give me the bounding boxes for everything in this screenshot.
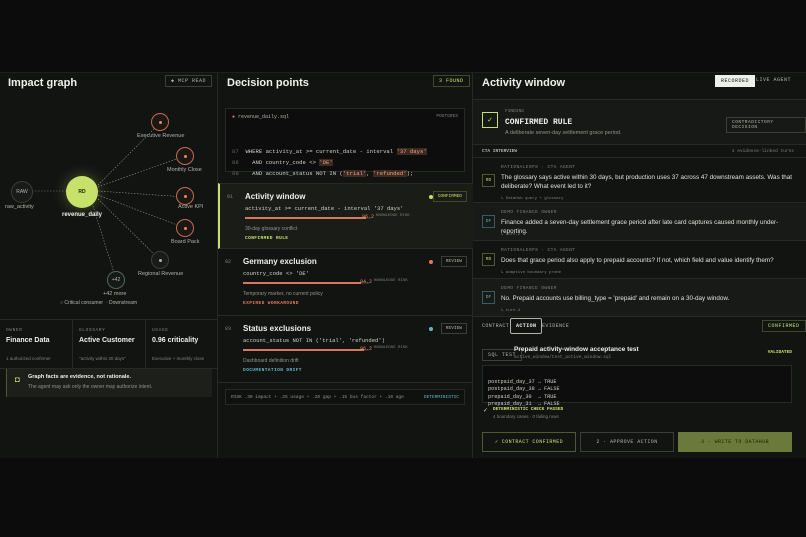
decision-card-germany[interactable]: 02 Germany exclusion REVIEW country_code… bbox=[218, 249, 473, 316]
message-item: DF DEMO FINANCE OWNER Finance added a se… bbox=[473, 203, 806, 241]
contract-confirmed-button[interactable]: ✓ CONTRACT CONFIRMED bbox=[482, 432, 576, 452]
downstream-legend-icon: ◦ bbox=[105, 300, 108, 306]
decision-card-status[interactable]: 03 Status exclusions REVIEW account_stat… bbox=[218, 316, 473, 383]
owner-meta: OWNER Finance Data 1 authorized confirme… bbox=[0, 320, 73, 368]
app-window: Impact graph ◆ MCP READ RAW raw_activity… bbox=[0, 72, 806, 458]
finding-value: CONFIRMED RULE bbox=[505, 118, 573, 127]
rationale-note-body: The agent may ask only the owner may aut… bbox=[28, 384, 153, 390]
status-badge: REVIEW bbox=[440, 323, 467, 334]
regional-revenue-node[interactable] bbox=[151, 251, 169, 269]
active-kpi-label: Active KPI bbox=[178, 204, 204, 210]
check-passed-detail: 4 boundary cases · 0 failing rows bbox=[493, 414, 559, 419]
status-badge: CONFIRMED bbox=[432, 191, 467, 202]
board-pack-node[interactable] bbox=[176, 219, 194, 237]
confirmed-badge: CONFIRMED bbox=[762, 320, 806, 332]
finding-label: FINDING bbox=[505, 109, 524, 114]
risk-formula-text: RISK .30 impact + .25 usage + .20 gap + … bbox=[231, 395, 404, 400]
risk-bar-fill bbox=[243, 349, 364, 351]
message-item: DF DEMO FINANCE OWNER No. Prepaid accoun… bbox=[473, 279, 806, 317]
usage-meta: USAGE 0.96 criticality Executive + month… bbox=[152, 328, 205, 361]
approve-action-button[interactable]: 2 · APPROVE ACTION bbox=[580, 432, 674, 452]
message-item: RD RATIONALEOPS · CTA AGENT The glossary… bbox=[473, 157, 806, 203]
sql-file-name: ● revenue_daily.sql bbox=[232, 114, 290, 120]
sql-line: 87 WHERE activity_at >= current_date - i… bbox=[232, 148, 427, 155]
more-nodes-label: +42 more bbox=[103, 291, 127, 297]
avatar: DF bbox=[482, 291, 495, 304]
contradictory-decision-button[interactable]: CONTRADICTORY DECISION bbox=[726, 117, 806, 133]
check-passed-label: DETERMINISTIC CHECK PASSED bbox=[493, 407, 564, 412]
test-file: active_window/test_active_window.sql bbox=[514, 355, 612, 360]
rationale-note: ◘ Graph facts are evidence, not rational… bbox=[6, 369, 212, 397]
risk-bar-fill bbox=[245, 217, 366, 219]
revenue-daily-label: revenue_daily bbox=[62, 212, 103, 218]
glossary-meta: GLOSSARY Active Customer "activity withi… bbox=[73, 320, 146, 368]
sql-engine: POSTGRES bbox=[436, 114, 458, 119]
status-dot bbox=[429, 260, 433, 264]
result-line: prepaid_day_30 → TRUE bbox=[488, 393, 557, 400]
graph-legend: ○ Critical consumer ◦ Downstream bbox=[60, 300, 138, 306]
result-line: postpaid_day_37 → TRUE bbox=[488, 378, 557, 385]
risk-bar bbox=[245, 217, 371, 219]
monthly-close-node[interactable] bbox=[176, 147, 194, 165]
more-nodes-node[interactable]: +42 bbox=[107, 271, 125, 289]
status-badge: REVIEW bbox=[440, 256, 467, 267]
test-title: Prepaid activity-window acceptance test bbox=[514, 346, 639, 353]
tab-contract[interactable]: CONTRACT bbox=[482, 323, 509, 329]
check-passed-icon: ✓ bbox=[483, 408, 489, 414]
risk-formula: RISK .30 impact + .25 usage + .20 gap + … bbox=[225, 389, 465, 405]
finding-subtitle: A deliberate seven-day settlement grace … bbox=[505, 130, 622, 136]
avatar: DF bbox=[482, 215, 495, 228]
board-pack-label: Board Pack bbox=[171, 239, 200, 245]
decisions-panel: Decision points 3 FOUND ● revenue_daily.… bbox=[218, 73, 473, 458]
found-count-badge: 3 FOUND bbox=[433, 75, 470, 87]
finding-banner: ✓ FINDING CONFIRMED RULE A deliberate se… bbox=[473, 99, 806, 145]
message-item: RD RATIONALEOPS · CTA AGENT Does that gr… bbox=[473, 241, 806, 279]
tab-recorded[interactable]: RECORDED bbox=[715, 75, 756, 87]
regional-revenue-label: Regional Revenue bbox=[138, 271, 184, 277]
executive-revenue-node[interactable] bbox=[151, 113, 169, 131]
tab-live-agent[interactable]: LIVE AGENT bbox=[751, 75, 796, 85]
impact-meta-row: OWNER Finance Data 1 authorized confirme… bbox=[0, 319, 218, 369]
rationale-note-title: Graph facts are evidence, not rationale. bbox=[28, 374, 132, 380]
critical-legend-icon: ○ bbox=[60, 300, 64, 306]
risk-bar-fill bbox=[243, 282, 362, 284]
result-line: postpaid_day_38 → FALSE bbox=[488, 386, 560, 392]
activity-panel: Activity window RECORDED LIVE AGENT ✓ FI… bbox=[473, 73, 806, 458]
file-dot-icon: ● bbox=[232, 114, 236, 120]
monthly-close-label: Monthly Close bbox=[167, 167, 202, 173]
shield-icon: ◘ bbox=[15, 375, 20, 384]
sql-code-block: ● revenue_daily.sql POSTGRES 87 WHERE ac… bbox=[225, 108, 465, 177]
active-kpi-node[interactable] bbox=[176, 187, 194, 205]
status-dot bbox=[429, 327, 433, 331]
raw-activity-node[interactable]: RAW bbox=[11, 181, 33, 203]
turns-count: 4 evidence-linked turns bbox=[731, 149, 794, 154]
test-results: postpaid_day_37 → TRUE postpaid_day_38 → … bbox=[482, 365, 792, 407]
raw-activity-label: raw_activity bbox=[5, 204, 34, 210]
avatar: RD bbox=[482, 174, 495, 187]
sql-line: 88 AND country_code <> 'DE' bbox=[232, 159, 333, 166]
revenue-daily-node[interactable]: RD bbox=[66, 176, 98, 208]
decision-card-activity[interactable]: 01 Activity window CONFIRMED activity_at… bbox=[218, 183, 473, 249]
decisions-title: Decision points bbox=[227, 77, 309, 89]
tab-evidence[interactable]: EVIDENCE bbox=[542, 323, 569, 329]
validated-badge: VALIDATED bbox=[767, 350, 792, 355]
executive-revenue-label: Executive Revenue bbox=[137, 133, 185, 139]
write-to-datahub-button[interactable]: 3 · WRITE TO DATAHUB bbox=[678, 432, 792, 452]
tab-action[interactable]: ACTION bbox=[510, 318, 543, 334]
deterministic-tag: DETERMINISTIC bbox=[423, 395, 459, 400]
activity-title: Activity window bbox=[482, 77, 566, 89]
impact-panel: Impact graph ◆ MCP READ RAW raw_activity… bbox=[0, 73, 218, 458]
interview-label: CTA INTERVIEW bbox=[482, 149, 518, 154]
avatar: RD bbox=[482, 253, 495, 266]
risk-bar bbox=[243, 282, 369, 284]
check-icon: ✓ bbox=[482, 112, 498, 128]
risk-bar bbox=[243, 349, 369, 351]
sql-line: 89 AND account_status NOT IN ('trial', '… bbox=[232, 170, 414, 177]
